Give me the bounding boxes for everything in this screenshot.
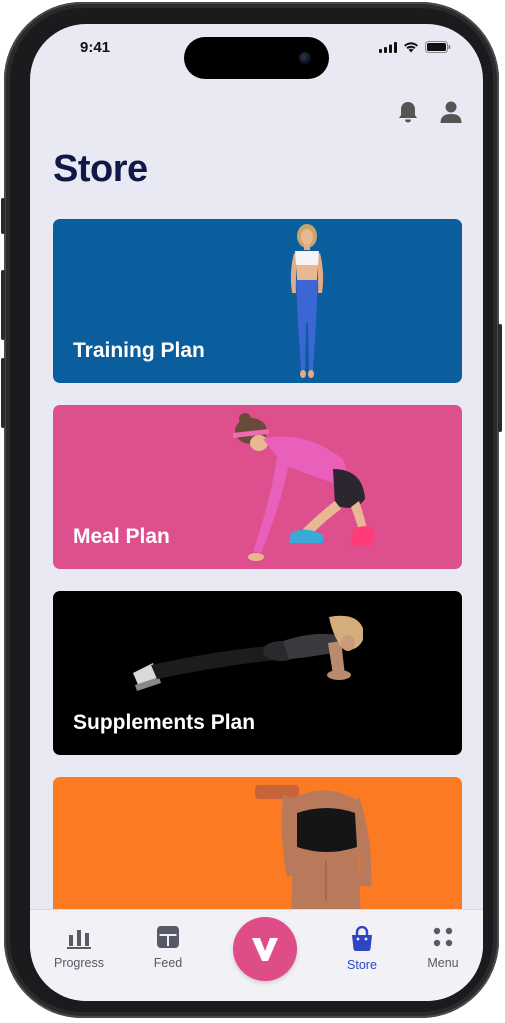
card-label: Training Plan [73, 339, 205, 362]
tab-label: Progress [53, 956, 105, 970]
user-icon[interactable] [439, 100, 463, 124]
card-label: Meal Plan [73, 525, 170, 548]
shopping-bag-icon [352, 926, 372, 951]
action-button [1, 198, 5, 234]
v-logo-icon [252, 938, 278, 961]
v-logo-button[interactable] [233, 917, 297, 981]
bar-chart-icon [67, 930, 91, 949]
camera-icon [299, 52, 311, 64]
tab-menu[interactable]: Menu [403, 924, 483, 970]
meal-plan-card[interactable]: Meal Plan [53, 405, 462, 569]
feed-icon [157, 926, 179, 948]
dynamic-island [184, 37, 329, 79]
tab-feed[interactable]: Feed [128, 924, 208, 970]
supplements-plan-card[interactable]: Supplements Plan [53, 591, 462, 755]
screen: 9:41 Store Training Plan Meal Plan Suppl… [30, 24, 483, 1001]
woman-crouching-image [233, 413, 375, 561]
tab-label: Store [347, 958, 377, 972]
signal-icon [379, 41, 397, 53]
tab-label: Feed [153, 956, 183, 970]
woman-standing-image [290, 224, 324, 378]
header-actions [397, 100, 463, 124]
wifi-icon [404, 42, 418, 53]
status-time: 9:41 [80, 39, 111, 56]
card-label: Supplements Plan [73, 711, 256, 734]
status-icons [379, 41, 451, 53]
woman-plank-image [133, 615, 363, 691]
grid-dots-icon [433, 927, 453, 947]
power-button [498, 324, 502, 432]
tab-store[interactable]: Store [322, 926, 402, 972]
volume-down-button [1, 358, 5, 428]
volume-up-button [1, 270, 5, 340]
bell-icon[interactable] [397, 100, 419, 124]
battery-icon [425, 41, 451, 53]
training-plan-card[interactable]: Training Plan [53, 219, 462, 383]
phone-frame: 9:41 Store Training Plan Meal Plan Suppl… [1, 2, 502, 1018]
page-title: Store [53, 148, 148, 190]
tab-bar: Progress Feed Store Menu [30, 909, 483, 1001]
tab-label: Menu [427, 956, 459, 970]
tab-progress[interactable]: Progress [39, 924, 119, 970]
